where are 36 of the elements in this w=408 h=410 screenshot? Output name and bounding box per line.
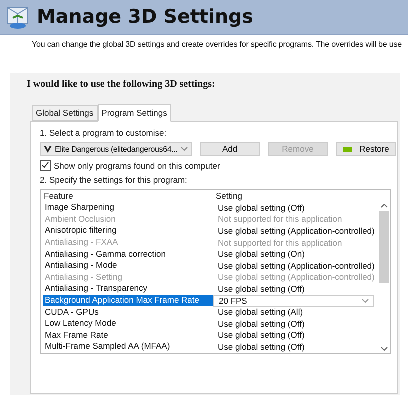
setting-cell-text: Use global setting (All) xyxy=(217,307,304,318)
setting-cell-text: Not supported for this application xyxy=(217,214,342,224)
setting-cell-text: Use global setting (On) xyxy=(217,249,305,260)
setting-cell-text: Use global setting (Off) xyxy=(217,330,305,340)
setting-cell-text: Use global setting (Application-controlled) xyxy=(217,272,375,282)
setting-cell-text: Not supported for this application xyxy=(217,238,342,248)
feature-cell[interactable]: Low Latency Mode xyxy=(43,318,213,330)
setting-cell-text: Use global setting (Application-controlled) xyxy=(217,226,375,236)
setting-dropdown[interactable]: 20 FPS xyxy=(213,294,374,307)
column-header: Feature xyxy=(44,191,74,201)
feature-cell[interactable]: Max Frame Rate xyxy=(43,330,213,341)
column-header: Setting xyxy=(216,191,242,201)
feature-cell[interactable]: CUDA - GPUs xyxy=(43,306,213,318)
tab[interactable]: Program Settings xyxy=(98,104,172,122)
feature-cell[interactable]: Anisotropic filtering xyxy=(43,225,213,236)
checkbox-label: Show only programs found on this computer xyxy=(54,160,220,170)
feature-cell[interactable]: Antialiasing - Gamma correction xyxy=(43,248,213,260)
description-text: You can change the global 3D settings and create overrides for specific programs. The overrides will be use xyxy=(32,40,403,49)
setting-cell-text: Use global setting (Application-controlled) xyxy=(217,260,375,271)
step-label: 2. Specify the settings for this program: xyxy=(40,175,188,185)
program-dropdown[interactable]: Elite Dangerous (elitedangerous64... xyxy=(40,142,192,156)
action-button[interactable]: Restore xyxy=(336,142,396,156)
feature-cell[interactable]: Image Sharpening xyxy=(43,202,213,214)
setting-cell-text: Use global setting (Off) xyxy=(217,202,305,213)
page-title: Manage 3D Settings xyxy=(37,6,254,28)
setting-cell-text: Use global setting (Off) xyxy=(217,284,305,294)
setting-cell-text: Use global setting (Off) xyxy=(217,318,305,329)
section-heading: I would like to use the following 3D settings: xyxy=(27,79,216,90)
feature-cell[interactable]: Antialiasing - Transparency xyxy=(43,283,213,294)
feature-cell[interactable]: Antialiasing - Mode xyxy=(43,260,213,272)
feature-cell[interactable]: Background Application Max Frame Rate xyxy=(43,295,213,306)
action-button[interactable]: Add xyxy=(200,142,260,156)
feature-cell[interactable]: Multi-Frame Sampled AA (MFAA) xyxy=(43,341,213,352)
step-label: 1. Select a program to customise: xyxy=(40,128,168,138)
setting-cell-text: Use global setting (Off) xyxy=(217,342,305,352)
tab[interactable]: Global Settings xyxy=(32,105,98,121)
